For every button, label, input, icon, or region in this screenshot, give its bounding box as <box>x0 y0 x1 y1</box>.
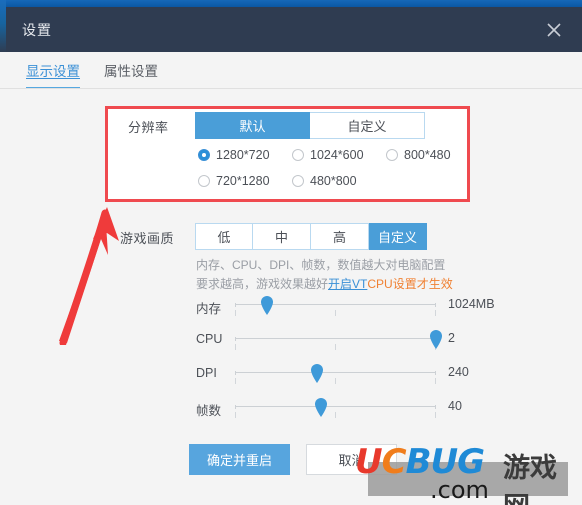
slider-track-dpi[interactable] <box>235 363 436 387</box>
cancel-button[interactable]: 取消 <box>306 444 397 475</box>
radio-label: 1280*720 <box>216 148 270 162</box>
radio-label: 1024*600 <box>310 148 364 162</box>
close-icon <box>544 20 564 40</box>
radio-label: 800*480 <box>404 148 451 162</box>
slider-handle-cpu[interactable] <box>429 329 443 349</box>
slider-ticks <box>235 412 436 418</box>
slider-track-fps[interactable] <box>235 397 436 421</box>
settings-window: 设置 显示设置 属性设置 分辨率 默认 自定义 1280*720 1024*60… <box>0 0 582 505</box>
resolution-mode-group: 默认 自定义 <box>195 112 425 139</box>
slider-handle-dpi[interactable] <box>310 363 324 383</box>
confirm-and-restart-button[interactable]: 确定并重启 <box>189 444 290 475</box>
slider-track-line <box>235 337 436 341</box>
radio-480x800[interactable]: 480*800 <box>292 174 357 188</box>
radio-dot-icon <box>386 149 398 161</box>
radio-800x480[interactable]: 800*480 <box>386 148 451 162</box>
tab-bar: 显示设置 属性设置 <box>0 52 582 89</box>
tab-property-settings[interactable]: 属性设置 <box>104 60 158 88</box>
radio-dot-icon <box>198 149 210 161</box>
resolution-mode-custom[interactable]: 自定义 <box>310 112 425 139</box>
slider-track-cpu[interactable] <box>235 329 442 353</box>
quality-mode-low[interactable]: 低 <box>195 223 253 250</box>
quality-description-line2: 要求越高，游戏效果越好 <box>196 277 329 291</box>
settings-content: 分辨率 默认 自定义 1280*720 1024*600 800*480 720… <box>0 89 582 505</box>
quality-mode-custom[interactable]: 自定义 <box>369 223 427 250</box>
slider-value-cpu: 2 <box>448 331 455 345</box>
slider-label-fps: 帧数 <box>196 404 222 418</box>
quality-warning-text: CPU设置才生效 <box>367 277 453 291</box>
title-bar: 设置 <box>6 7 582 52</box>
resolution-label: 分辨率 <box>128 120 169 135</box>
quality-mode-high[interactable]: 高 <box>311 223 369 250</box>
quality-mode-group: 低 中 高 自定义 <box>195 223 427 250</box>
slider-row-dpi: DPI 240 <box>196 363 486 391</box>
slider-handle-fps[interactable] <box>314 397 328 417</box>
radio-label: 480*800 <box>310 174 357 188</box>
resolution-mode-default[interactable]: 默认 <box>195 112 310 139</box>
radio-1024x600[interactable]: 1024*600 <box>292 148 386 162</box>
close-button[interactable] <box>534 11 574 49</box>
slider-label-memory: 内存 <box>196 302 222 316</box>
slider-value-fps: 40 <box>448 399 462 413</box>
radio-1280x720[interactable]: 1280*720 <box>198 148 292 162</box>
slider-value-dpi: 240 <box>448 365 469 379</box>
quality-description: 内存、CPU、DPI、帧数，数值越大对电脑配置 要求越高，游戏效果越好开启VTC… <box>196 256 496 294</box>
slider-ticks <box>235 378 436 384</box>
window-title: 设置 <box>22 22 52 38</box>
radio-720x1280[interactable]: 720*1280 <box>198 174 292 188</box>
resolution-radio-row-2: 720*1280 480*800 <box>198 174 357 188</box>
quality-description-line1: 内存、CPU、DPI、帧数，数值越大对电脑配置 <box>196 258 446 272</box>
slider-ticks <box>235 344 436 350</box>
resolution-radio-row-1: 1280*720 1024*600 800*480 <box>198 148 451 162</box>
slider-handle-memory[interactable] <box>260 295 274 315</box>
slider-track-line <box>235 405 436 409</box>
slider-row-memory: 内存 1024MB <box>196 295 495 323</box>
slider-label-cpu: CPU <box>196 332 223 346</box>
slider-track-memory[interactable] <box>235 295 436 319</box>
slider-row-cpu: CPU 2 <box>196 329 486 357</box>
slider-row-fps: 帧数 40 <box>196 397 486 425</box>
radio-dot-icon <box>198 175 210 187</box>
quality-mode-medium[interactable]: 中 <box>253 223 311 250</box>
quality-label: 游戏画质 <box>120 231 175 246</box>
tab-display-settings[interactable]: 显示设置 <box>26 60 80 89</box>
window-top-accent-bar <box>0 0 582 7</box>
slider-label-dpi: DPI <box>196 366 217 380</box>
slider-value-memory: 1024MB <box>448 297 495 311</box>
radio-label: 720*1280 <box>216 174 270 188</box>
radio-dot-icon <box>292 175 304 187</box>
slider-track-line <box>235 371 436 375</box>
enable-vt-link[interactable]: 开启VT <box>328 277 367 291</box>
radio-dot-icon <box>292 149 304 161</box>
